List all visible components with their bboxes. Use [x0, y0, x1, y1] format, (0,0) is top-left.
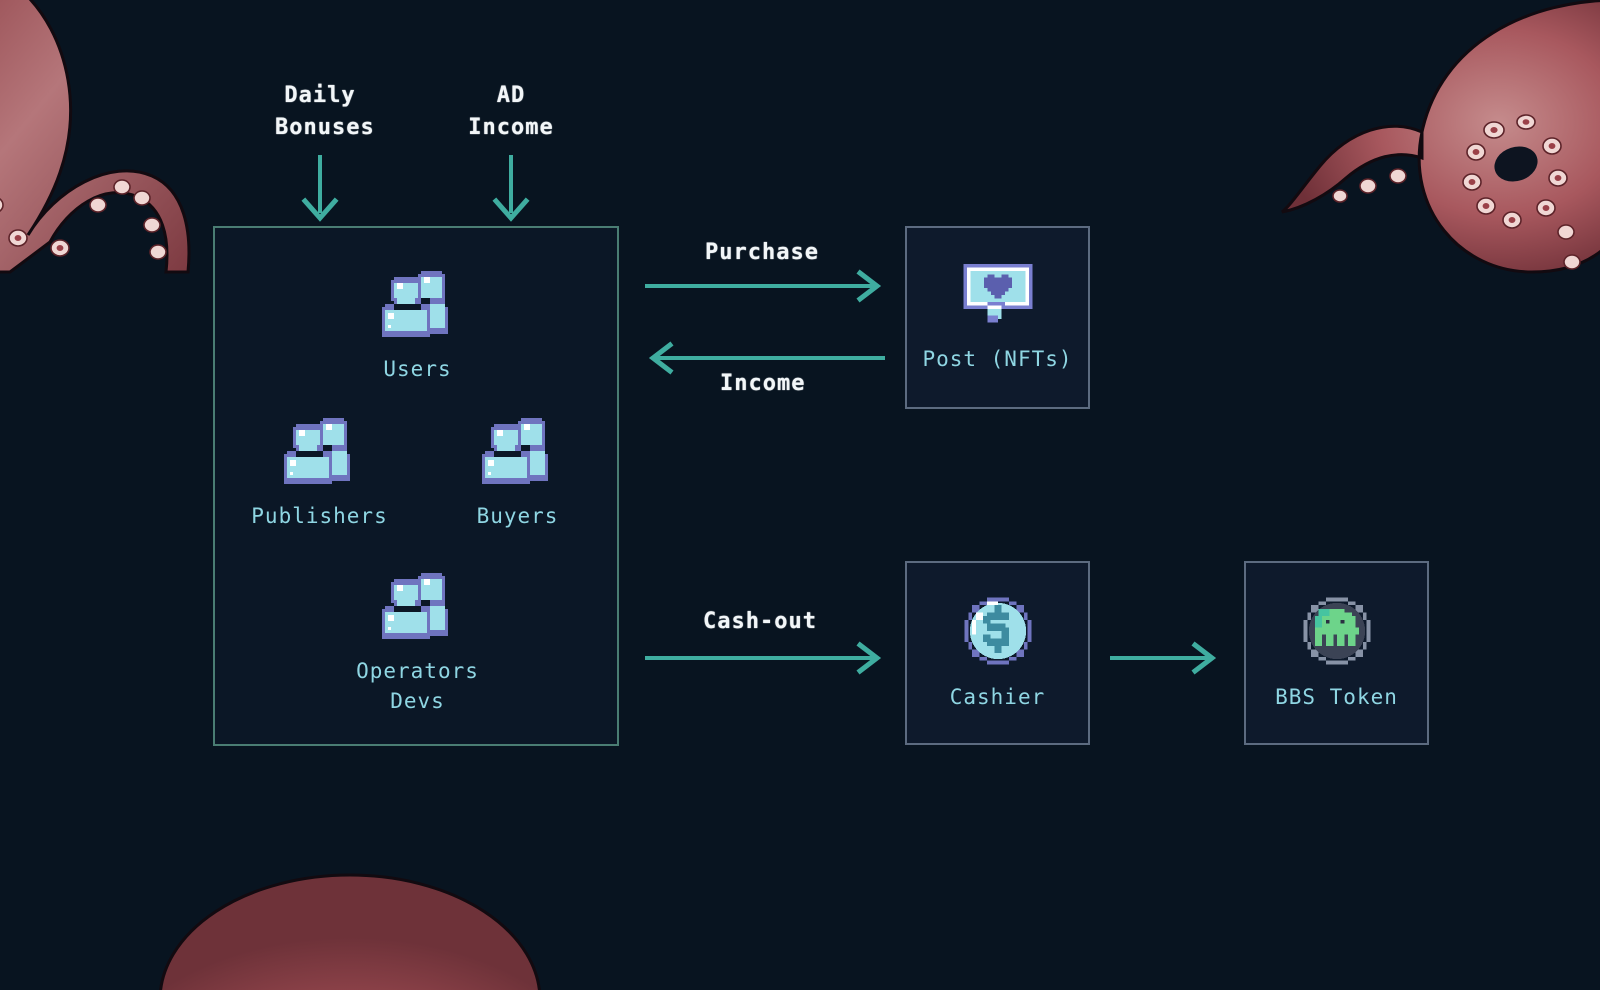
- arrow-ad-income-down-icon: [492, 155, 530, 222]
- dollar-coin-icon: [964, 597, 1031, 665]
- group-member-label-line2: Devs: [390, 689, 445, 714]
- node-cashier[interactable]: Cashier: [905, 561, 1090, 745]
- arrow-daily-bonuses-down-icon: [301, 155, 339, 222]
- flow-label-purchase: Purchase: [705, 240, 819, 265]
- group-member-publishers[interactable]: Publishers: [247, 415, 392, 531]
- diagram-canvas: Daily Bonuses AD Income Users Publishers…: [0, 0, 1600, 990]
- group-member-operators-devs[interactable]: Operators Devs: [345, 570, 490, 717]
- octopus-coin-icon: [1303, 597, 1370, 665]
- speech-bubble-heart-icon: [962, 264, 1033, 323]
- people-icon: [381, 271, 448, 337]
- arrow-cash-out-right-icon: [645, 641, 882, 675]
- input-label-daily-bonuses: Daily Bonuses: [275, 80, 375, 144]
- group-member-buyers[interactable]: Buyers: [445, 415, 590, 531]
- node-label: Cashier: [949, 684, 1046, 709]
- tentacle-top-right-decoration: [1281, 0, 1600, 274]
- group-member-users[interactable]: Users: [345, 268, 490, 384]
- input-label-daily-bonuses-line1: Daily: [284, 83, 356, 108]
- node-bbs-token[interactable]: BBS Token: [1244, 561, 1429, 745]
- tentacle-bottom-decoration: [159, 873, 541, 990]
- group-member-label-line1: Operators: [356, 659, 479, 683]
- people-icon: [283, 418, 350, 484]
- group-member-label: Operators Devs: [356, 656, 479, 717]
- input-label-daily-bonuses-line2: Bonuses: [275, 114, 375, 140]
- input-label-ad-income: AD Income: [466, 80, 556, 144]
- node-label: Post (NFTs): [922, 347, 1073, 372]
- group-member-label: Publishers: [251, 504, 388, 528]
- input-label-ad-income-line2: Income: [468, 114, 554, 140]
- arrow-cashier-to-token-right-icon: [1110, 641, 1217, 675]
- input-label-ad-income-line1: AD: [496, 83, 526, 108]
- node-post-nfts[interactable]: Post (NFTs): [905, 226, 1090, 409]
- flow-label-cash-out: Cash-out: [703, 609, 817, 634]
- node-label: BBS Token: [1275, 684, 1398, 709]
- people-icon: [381, 573, 448, 639]
- group-member-label: Users: [383, 357, 452, 381]
- flow-label-income: Income: [720, 371, 806, 396]
- arrow-purchase-right-icon: [645, 269, 882, 303]
- people-icon: [481, 418, 548, 484]
- group-member-label: Buyers: [476, 504, 559, 528]
